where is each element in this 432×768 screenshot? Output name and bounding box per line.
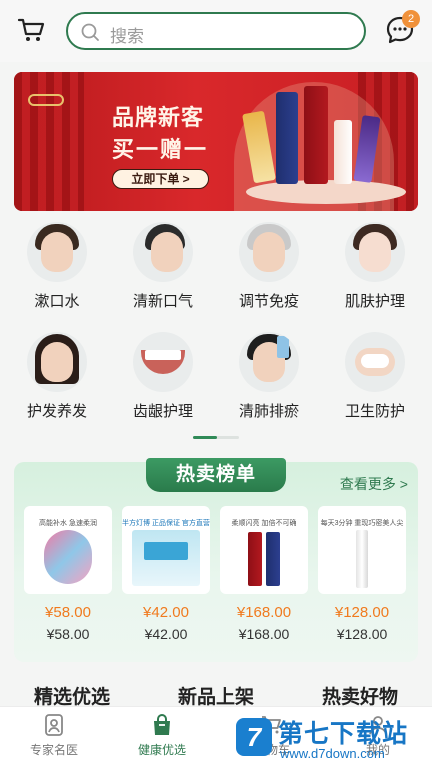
product-card[interactable]: 半方灯博 正品保证 官方直营 xyxy=(122,506,210,594)
man-drinking-icon xyxy=(239,332,299,392)
product-tagline: 高能补水 急速柔润 xyxy=(39,520,97,527)
category-label: 肌肤护理 xyxy=(344,293,405,310)
product-bottle-image xyxy=(334,120,352,184)
tab-new-arrivals[interactable]: 新品上架 xyxy=(178,682,254,709)
category-item[interactable]: 齿龈护理 xyxy=(118,332,208,432)
curtain-decoration xyxy=(14,72,84,211)
cart-icon[interactable] xyxy=(16,14,48,46)
banner-headline: 品牌新客 xyxy=(112,105,205,130)
product-box-image xyxy=(144,542,188,560)
category-label: 清肺排瘀 xyxy=(238,403,299,420)
nav-item-doctors[interactable]: 专家名医 xyxy=(14,713,94,758)
product-original-price: ¥168.00 xyxy=(238,626,290,642)
banner-subline: 买一赠一 xyxy=(112,137,209,162)
product-tagline: 半方灯博 正品保证 官方直营 xyxy=(122,520,210,527)
watermark-logo-icon: 7 xyxy=(236,718,272,756)
category-label: 漱口水 xyxy=(34,293,80,310)
category-item[interactable]: 护发养发 xyxy=(12,332,102,432)
shopping-bag-icon xyxy=(154,714,170,735)
product-price: ¥42.00 xyxy=(143,604,189,621)
category-label: 卫生防护 xyxy=(344,403,405,420)
view-more-link[interactable]: 查看更多 > xyxy=(340,474,408,494)
product-bottle-image xyxy=(356,530,368,588)
product-tagline: 每天3分钟 重现巧密美人尖 xyxy=(320,520,404,527)
tab-featured[interactable]: 精选优选 xyxy=(34,682,110,709)
product-card[interactable]: 每天3分钟 重现巧密美人尖 xyxy=(318,506,406,594)
cloud-ornament-icon xyxy=(28,94,64,106)
product-card[interactable]: 柔顺闪亮 加倍不可确 xyxy=(220,506,308,594)
category-item[interactable]: 肌肤护理 xyxy=(330,222,420,322)
watermark-name: 第七下载站 xyxy=(278,720,409,748)
nav-label: 健康优选 xyxy=(137,743,186,757)
teeth-smile-icon xyxy=(133,332,193,392)
product-original-price: ¥42.00 xyxy=(144,626,188,642)
promo-banner[interactable]: 品牌新客 买一赠一 立即下单 > xyxy=(14,72,418,211)
man-breath-icon xyxy=(133,222,193,282)
product-image xyxy=(44,530,92,584)
product-bottle-image xyxy=(266,532,280,586)
product-price: ¥58.00 xyxy=(45,604,91,621)
woman-rinsing-icon xyxy=(27,222,87,282)
product-bottle-image xyxy=(248,532,262,586)
product-bottle-image xyxy=(276,92,298,184)
category-item[interactable]: 清肺排瘀 xyxy=(224,332,314,432)
doctor-icon xyxy=(45,714,63,736)
top-bar: 搜索 2 xyxy=(0,0,432,62)
category-item[interactable]: 调节免疫 xyxy=(224,222,314,322)
product-original-price: ¥128.00 xyxy=(336,626,388,642)
category-item[interactable]: 卫生防护 xyxy=(330,332,420,432)
watermark-url: www.d7down.com xyxy=(280,746,385,761)
category-page-indicator xyxy=(193,436,239,439)
nav-item-health-picks[interactable]: 健康优选 xyxy=(122,713,202,758)
old-man-icon xyxy=(239,222,299,282)
tab-best-sellers[interactable]: 热卖好物 xyxy=(322,682,398,709)
product-original-price: ¥58.00 xyxy=(46,626,90,642)
woman-hair-icon xyxy=(27,332,87,392)
category-label: 调节免疫 xyxy=(238,293,299,310)
hot-list-panel: 热卖榜单 查看更多 > 高能补水 急速柔润 ¥58.00 ¥58.00 半方灯博… xyxy=(14,458,418,662)
nav-label: 专家名医 xyxy=(29,743,78,757)
product-bottle-image xyxy=(304,86,328,184)
category-label: 清新口气 xyxy=(132,293,193,310)
category-label: 齿龈护理 xyxy=(132,403,193,420)
hot-list-title: 热卖榜单 xyxy=(146,458,286,492)
hands-washing-icon xyxy=(345,332,405,392)
search-icon xyxy=(81,23,99,41)
search-input[interactable]: 搜索 xyxy=(66,12,366,50)
product-price: ¥128.00 xyxy=(334,604,390,621)
product-tagline: 柔顺闪亮 加倍不可确 xyxy=(231,520,297,527)
site-watermark: 7 第七下载站 www.d7down.com xyxy=(236,712,432,768)
buy-now-button[interactable]: 立即下单 > xyxy=(112,169,209,189)
product-card[interactable]: 高能补水 急速柔润 xyxy=(24,506,112,594)
search-placeholder: 搜索 xyxy=(110,27,144,46)
woman-skin-icon xyxy=(345,222,405,282)
product-price: ¥168.00 xyxy=(236,604,292,621)
message-count-badge: 2 xyxy=(402,10,420,28)
category-item[interactable]: 漱口水 xyxy=(12,222,102,322)
category-item[interactable]: 清新口气 xyxy=(118,222,208,322)
category-label: 护发养发 xyxy=(26,403,87,420)
